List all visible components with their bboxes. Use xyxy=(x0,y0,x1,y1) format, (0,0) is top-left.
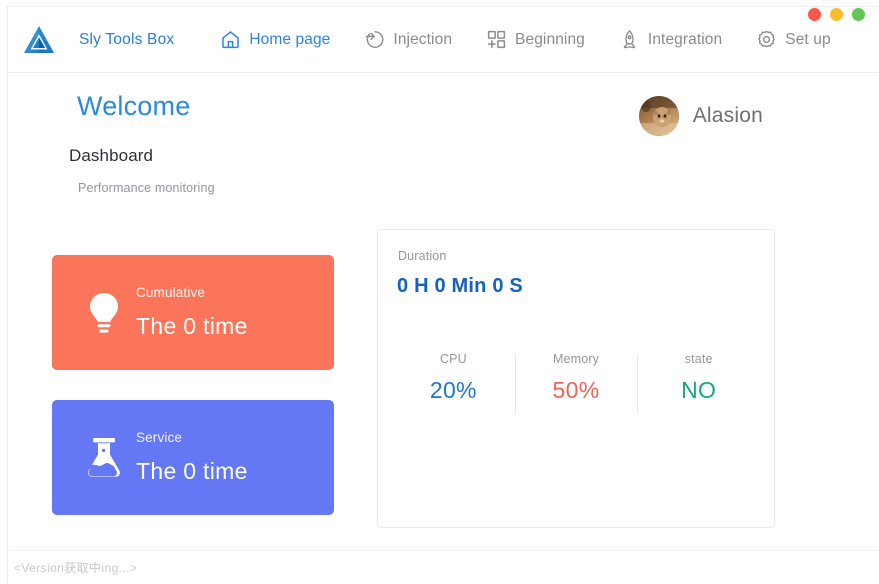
maximize-button[interactable] xyxy=(852,8,865,21)
dashboard-subtitle: Performance monitoring xyxy=(78,181,215,195)
gear-icon xyxy=(756,29,777,50)
card-service-texts: Service The 0 time xyxy=(136,430,248,485)
duration-value: 0 H 0 Min 0 S xyxy=(397,275,523,297)
avatar xyxy=(638,96,679,136)
metric-state-value: NO xyxy=(681,377,717,403)
nav-item-beginning[interactable]: Beginning xyxy=(486,29,585,50)
app-window: Sly Tools Box Home page Injection Beginn… xyxy=(0,0,879,584)
brand-name: Sly Tools Box xyxy=(79,30,175,48)
window-controls xyxy=(808,8,865,21)
metric-cpu: CPU 20% xyxy=(392,352,515,404)
card-cumulative-texts: Cumulative The 0 time xyxy=(136,285,248,340)
nav-item-injection[interactable]: Injection xyxy=(364,29,452,50)
metric-memory-label: Memory xyxy=(552,352,600,366)
duration-label: Duration xyxy=(398,249,447,263)
version-status-text: <Version获取中ing...> xyxy=(14,561,138,575)
card-cumulative-label: Cumulative xyxy=(136,285,206,300)
nav-label-injection: Injection xyxy=(393,30,453,48)
metric-state-label: state xyxy=(684,352,713,366)
window-frame-top xyxy=(0,0,879,7)
nav-item-set-up[interactable]: Set up xyxy=(756,29,831,50)
metric-cpu-label: CPU xyxy=(439,352,467,366)
user-profile[interactable]: Alasion xyxy=(638,96,763,136)
card-service[interactable]: Service The 0 time xyxy=(52,400,334,515)
lightbulb-icon xyxy=(78,290,130,336)
nav-item-home-page[interactable]: Home page xyxy=(220,29,330,50)
metric-state: state NO xyxy=(637,352,760,414)
triangle-logo-icon xyxy=(22,24,56,56)
card-service-value: The 0 time xyxy=(136,458,248,484)
metrics-row: CPU 20% Memory 50% state NO xyxy=(392,352,760,414)
nav-label-beginning: Beginning xyxy=(515,30,585,48)
card-cumulative[interactable]: Cumulative The 0 time xyxy=(52,255,334,370)
metric-memory: Memory 50% xyxy=(514,352,638,414)
metric-cpu-value: 20% xyxy=(429,377,477,403)
flask-icon xyxy=(78,435,130,481)
main-content: Welcome Dashboard Performance monitoring xyxy=(9,73,879,550)
performance-panel: Duration 0 H 0 Min 0 S CPU 20% Memory 50… xyxy=(377,229,775,528)
appstore-add-icon xyxy=(486,29,507,50)
dashboard-heading: Dashboard xyxy=(69,146,154,165)
top-navigation-bar: Sly Tools Box Home page Injection Beginn… xyxy=(9,7,879,73)
nav-label-integration: Integration xyxy=(647,30,723,48)
page-title: Welcome xyxy=(77,91,191,121)
nav-label-home-page: Home page xyxy=(249,30,331,48)
window-frame-left xyxy=(0,6,8,584)
close-button[interactable] xyxy=(808,8,821,21)
minimize-button[interactable] xyxy=(830,8,843,21)
user-name: Alasion xyxy=(692,104,763,127)
rocket-icon xyxy=(619,29,640,50)
card-cumulative-value: The 0 time xyxy=(136,313,248,339)
nav-item-integration[interactable]: Integration xyxy=(619,29,722,50)
home-icon xyxy=(220,29,241,50)
status-bar: <Version获取中ing...> xyxy=(9,550,879,584)
main-nav: Home page Injection Beginning Integratio… xyxy=(220,29,831,50)
brand[interactable]: Sly Tools Box xyxy=(22,24,174,56)
metric-memory-value: 50% xyxy=(552,377,600,403)
card-service-label: Service xyxy=(136,430,183,445)
login-arrow-icon xyxy=(364,29,385,50)
nav-label-set-up: Set up xyxy=(785,30,831,48)
